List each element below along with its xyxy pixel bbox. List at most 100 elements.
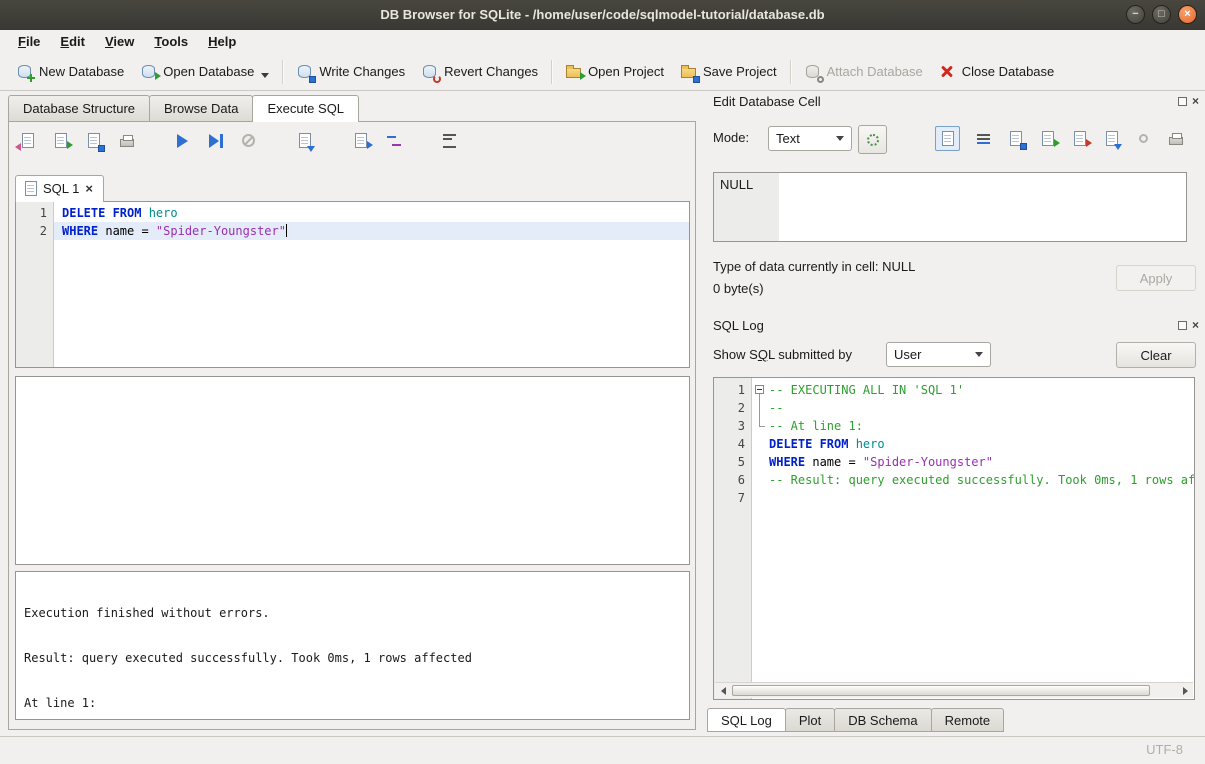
dock-float-icon[interactable]	[1178, 97, 1187, 106]
menu-view[interactable]: View	[95, 31, 144, 52]
sql-tab-close-icon[interactable]: ×	[85, 183, 93, 195]
scroll-left-button[interactable]	[715, 683, 731, 698]
save-project-label: Save Project	[703, 64, 777, 79]
execute-current-line-icon	[209, 134, 223, 148]
new-database-icon	[16, 63, 33, 80]
execute-all-button[interactable]	[174, 132, 191, 149]
log-line: 1-- EXECUTING ALL IN 'SQL 1'	[714, 381, 1194, 399]
attach-database-button[interactable]: Attach Database	[796, 58, 931, 85]
log-filter-select[interactable]: User	[886, 342, 991, 367]
format-sql-button[interactable]	[441, 132, 458, 149]
menubar: File Edit View Tools Help	[0, 30, 1205, 53]
open-database-dropdown-icon[interactable]	[261, 73, 269, 78]
sql-editor-toolbar	[19, 132, 458, 149]
minimize-button[interactable]: −	[1126, 5, 1145, 24]
tab-plot[interactable]: Plot	[785, 708, 835, 732]
code-token: "Spider-Youngster"	[863, 455, 993, 469]
mode-value: Text	[776, 131, 800, 146]
write-changes-icon	[296, 63, 313, 80]
statusbar: UTF-8	[0, 736, 1205, 764]
revert-changes-icon	[421, 63, 438, 80]
tab-sql-log[interactable]: SQL Log	[707, 708, 786, 732]
menu-tools[interactable]: Tools	[144, 31, 198, 52]
new-database-button[interactable]: New Database	[8, 58, 132, 85]
open-project-label: Open Project	[588, 64, 664, 79]
maximize-button[interactable]: □	[1152, 5, 1171, 24]
close-window-button[interactable]: ×	[1178, 5, 1197, 24]
message-line: Result: query executed successfully. Too…	[24, 651, 681, 666]
sql-tab[interactable]: SQL 1 ×	[15, 175, 104, 202]
print-cell-button[interactable]	[1167, 130, 1184, 147]
copy-cell-icon	[1039, 130, 1056, 147]
save-cell-button[interactable]	[1007, 130, 1024, 147]
format-sql-icon	[443, 134, 456, 148]
tab-database-structure[interactable]: Database Structure	[8, 95, 150, 121]
menu-edit[interactable]: Edit	[50, 31, 95, 52]
mode-select[interactable]: Text	[768, 126, 852, 151]
right-pane: Edit Database Cell × Mode: Text	[705, 90, 1205, 737]
toolbar-separator	[551, 60, 552, 84]
find-replace-button[interactable]	[385, 132, 402, 149]
sql-log-header: SQL Log ×	[713, 317, 1199, 333]
execute-current-line-button[interactable]	[207, 132, 224, 149]
write-changes-button[interactable]: Write Changes	[288, 58, 413, 85]
new-tab-button[interactable]	[19, 132, 36, 149]
export-results-button[interactable]	[352, 132, 369, 149]
cell-value-editor[interactable]: NULL	[713, 172, 1187, 242]
open-database-label: Open Database	[163, 64, 254, 79]
scroll-right-button[interactable]	[1177, 683, 1193, 698]
fold-marker[interactable]	[755, 385, 764, 394]
tab-browse-data[interactable]: Browse Data	[149, 95, 253, 121]
code-token: name =	[98, 224, 156, 238]
tab-db-schema[interactable]: DB Schema	[834, 708, 931, 732]
save-cell-icon	[1007, 130, 1024, 147]
code-token: --	[769, 401, 783, 415]
message-line: Execution finished without errors.	[24, 606, 681, 621]
write-changes-label: Write Changes	[319, 64, 405, 79]
open-project-button[interactable]: Open Project	[557, 58, 672, 85]
word-wrap-icon	[977, 134, 990, 136]
stop-execution-button[interactable]	[240, 132, 257, 149]
open-database-button[interactable]: Open Database	[132, 58, 277, 85]
code-token: DELETE FROM	[62, 206, 149, 220]
sql-editor[interactable]: 1 DELETE FROM hero 2 WHERE name = "Spide…	[15, 201, 690, 368]
code-token: WHERE	[769, 455, 805, 469]
scroll-left-icon	[721, 687, 726, 695]
text-mode-button[interactable]	[935, 126, 960, 151]
open-sql-file-button[interactable]	[52, 132, 69, 149]
import-cell-button[interactable]	[1071, 130, 1088, 147]
copy-cell-button[interactable]	[1039, 130, 1056, 147]
scrollbar-thumb[interactable]	[732, 685, 1150, 696]
dock-close-icon[interactable]: ×	[1192, 96, 1199, 106]
dock-float-icon[interactable]	[1178, 321, 1187, 330]
execute-all-icon	[177, 134, 188, 148]
text-cursor	[286, 224, 287, 237]
revert-changes-button[interactable]: Revert Changes	[413, 58, 546, 85]
menu-help[interactable]: Help	[198, 31, 246, 52]
save-project-icon	[680, 63, 697, 80]
gear-icon	[867, 134, 879, 146]
save-project-button[interactable]: Save Project	[672, 58, 785, 85]
auto-switch-mode-button[interactable]	[858, 125, 887, 154]
close-database-button[interactable]: Close Database	[931, 58, 1063, 85]
maximize-icon: □	[1158, 8, 1165, 20]
dock-close-icon[interactable]: ×	[1192, 320, 1199, 330]
line-number: 1	[16, 204, 53, 222]
export-cell-button[interactable]	[1103, 130, 1120, 147]
edit-cell-header: Edit Database Cell ×	[713, 93, 1199, 109]
print-sql-button[interactable]	[118, 132, 135, 149]
main-content: Database Structure Browse Data Execute S…	[0, 90, 1205, 737]
save-sql-file-button[interactable]	[85, 132, 102, 149]
menu-file[interactable]: File	[8, 31, 50, 52]
apply-button[interactable]: Apply	[1116, 265, 1196, 291]
sql-log-view: 1-- EXECUTING ALL IN 'SQL 1' 2-- 3-- At …	[713, 377, 1195, 700]
horizontal-scrollbar[interactable]	[715, 682, 1193, 698]
save-results-button[interactable]	[296, 132, 313, 149]
tab-remote[interactable]: Remote	[931, 708, 1005, 732]
clear-log-button[interactable]: Clear	[1116, 342, 1196, 368]
close-database-icon	[939, 63, 956, 80]
tab-execute-sql[interactable]: Execute SQL	[252, 95, 359, 122]
word-wrap-button[interactable]	[975, 130, 992, 147]
set-null-button[interactable]	[1135, 130, 1152, 147]
execute-sql-panel: SQL 1 × 1 DELETE FROM hero 2 WHE	[8, 121, 696, 730]
